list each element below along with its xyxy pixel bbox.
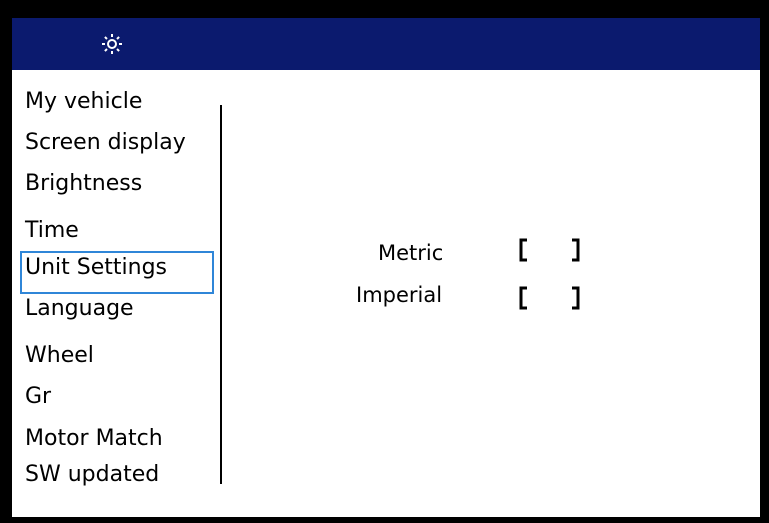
- menu-item-screen-display[interactable]: Screen display: [25, 129, 186, 157]
- settings-panel: My vehicle Screen display Brightness Tim…: [12, 18, 760, 517]
- device-screen: My vehicle Screen display Brightness Tim…: [0, 0, 769, 523]
- menu-item-time[interactable]: Time: [25, 217, 79, 245]
- menu-item-brightness[interactable]: Brightness: [25, 170, 142, 198]
- settings-header: [12, 18, 760, 70]
- menu-item-unit-settings[interactable]: Unit Settings: [25, 254, 167, 282]
- menu-item-sw-updated[interactable]: SW updated: [25, 461, 159, 489]
- metric-label: Metric: [378, 241, 444, 265]
- menu-item-gr[interactable]: Gr: [25, 383, 51, 411]
- menu-divider: [220, 105, 222, 484]
- menu-item-wheel[interactable]: Wheel: [25, 342, 94, 370]
- metric-checkbox[interactable]: [517, 236, 587, 264]
- menu-item-motor-match[interactable]: Motor Match: [25, 425, 163, 453]
- gear-icon[interactable]: [100, 32, 124, 56]
- menu-item-my-vehicle[interactable]: My vehicle: [25, 88, 142, 116]
- menu-item-language[interactable]: Language: [25, 295, 134, 323]
- imperial-checkbox[interactable]: [517, 284, 587, 312]
- imperial-label: Imperial: [356, 283, 443, 307]
